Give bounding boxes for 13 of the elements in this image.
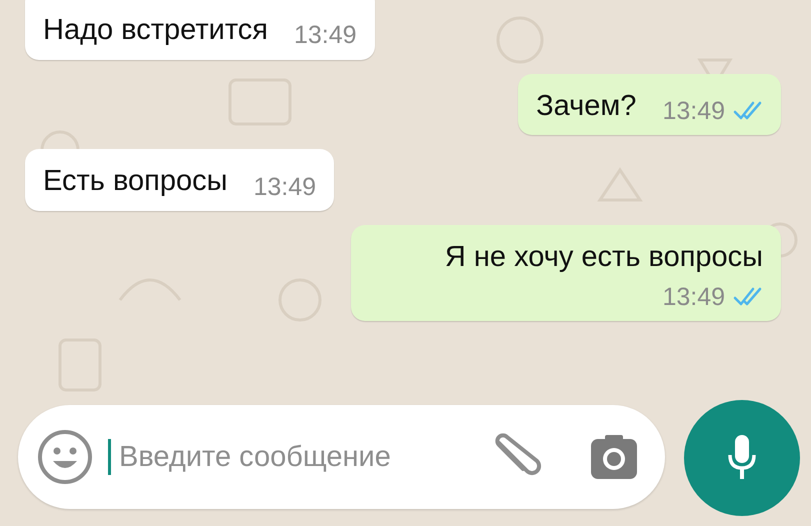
message-text: Надо встретится	[43, 13, 268, 48]
microphone-icon	[727, 435, 757, 481]
message-composer[interactable]: Введите сообщение	[18, 405, 665, 509]
message-input[interactable]: Введите сообщение	[108, 439, 487, 475]
emoji-icon[interactable]	[36, 428, 94, 486]
message-time: 13:49	[662, 96, 725, 127]
message-time: 13:49	[253, 172, 316, 203]
camera-icon[interactable]	[591, 435, 637, 479]
message-text: Есть вопросы	[43, 164, 228, 200]
message-time: 13:49	[662, 282, 725, 313]
message-text: Зачем?	[536, 88, 636, 124]
message-time: 13:49	[294, 20, 357, 52]
message-text: Я не хочу есть вопросы	[444, 240, 763, 276]
